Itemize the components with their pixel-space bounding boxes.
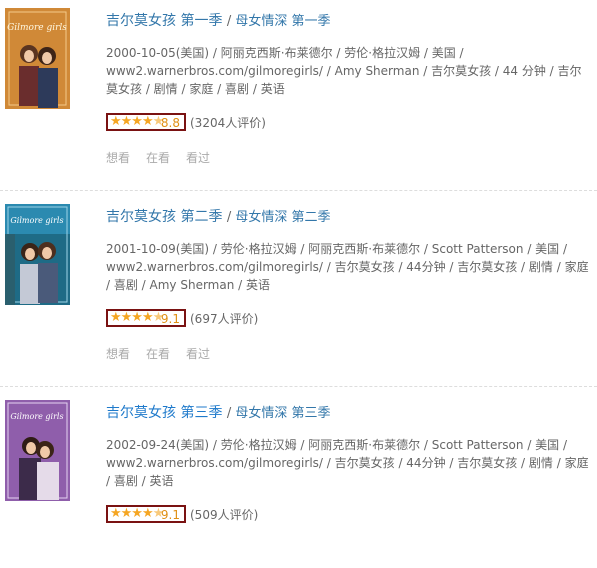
subject-title: 吉尔莫女孩 第三季 / 母女情深 第三季 <box>106 403 331 424</box>
alt-title: 母女情深 第二季 <box>235 210 331 225</box>
subject-meta: 2000-10-05(美国) / 阿丽克西斯·布莱德尔 / 劳伦·格拉汉姆 / … <box>106 46 582 96</box>
title-link[interactable]: 吉尔莫女孩 第三季 <box>106 405 222 421</box>
collect-actions: 想看 在看 看过 <box>106 149 210 166</box>
subject-item: Gilmore girls 吉尔莫女孩 第三季 / 母女情深 第三季 2002-… <box>0 392 597 568</box>
watched-button[interactable]: 看过 <box>186 345 210 362</box>
want-to-watch-button[interactable]: 想看 <box>106 149 130 166</box>
star-rating-icon: ★★★★★ <box>110 114 164 129</box>
poster-image[interactable]: Gilmore girls <box>5 400 70 501</box>
rating: ★★★★★ 8.8 (3204人评价) <box>106 112 266 132</box>
title-link[interactable]: 吉尔莫女孩 第二季 <box>106 209 222 225</box>
subject-title: 吉尔莫女孩 第二季 / 母女情深 第二季 <box>106 207 331 228</box>
subject-meta: 2002-09-24(美国) / 劳伦·格拉汉姆 / 阿丽克西斯·布莱德尔 / … <box>106 438 589 488</box>
divider <box>0 190 597 191</box>
subject-item: Gilmore girls 吉尔莫女孩 第二季 / 母女情深 第二季 2001-… <box>0 196 597 372</box>
rating: ★★★★★ 9.1 (509人评价) <box>106 504 258 524</box>
rating-votes[interactable]: (697人评价) <box>190 310 258 327</box>
watching-button[interactable]: 在看 <box>146 345 170 362</box>
rating-score: 9.1 <box>160 508 180 522</box>
rating: ★★★★★ 9.1 (697人评价) <box>106 308 258 328</box>
poster-image[interactable]: Gilmore girls <box>5 204 70 305</box>
title-link[interactable]: 吉尔莫女孩 第一季 <box>106 13 222 29</box>
rating-score: 9.1 <box>160 312 180 326</box>
want-to-watch-button[interactable]: 想看 <box>106 345 130 362</box>
rating-votes[interactable]: (3204人评价) <box>190 114 266 131</box>
rating-score: 8.8 <box>160 116 180 130</box>
star-rating-icon: ★★★★★ <box>110 310 164 325</box>
alt-title: 母女情深 第一季 <box>235 14 331 29</box>
svg-text:Gilmore girls: Gilmore girls <box>7 23 67 33</box>
rating-box: ★★★★★ 9.1 <box>106 309 186 327</box>
rating-box: ★★★★★ 9.1 <box>106 505 186 523</box>
rating-box: ★★★★★ 8.8 <box>106 113 186 131</box>
watched-button[interactable]: 看过 <box>186 149 210 166</box>
rating-votes[interactable]: (509人评价) <box>190 506 258 523</box>
alt-title: 母女情深 第三季 <box>235 406 331 421</box>
divider <box>0 386 597 387</box>
subject-item: Gilmore girls 吉尔莫女孩 第一季 / 母女情深 第一季 2000-… <box>0 0 597 176</box>
subject-meta: 2001-10-09(美国) / 劳伦·格拉汉姆 / 阿丽克西斯·布莱德尔 / … <box>106 242 589 292</box>
poster-image[interactable]: Gilmore girls <box>5 8 70 109</box>
star-rating-icon: ★★★★★ <box>110 506 164 521</box>
watching-button[interactable]: 在看 <box>146 149 170 166</box>
collect-actions: 想看 在看 看过 <box>106 345 210 362</box>
subject-title: 吉尔莫女孩 第一季 / 母女情深 第一季 <box>106 11 331 32</box>
svg-text:Gilmore girls: Gilmore girls <box>10 216 63 225</box>
svg-text:Gilmore girls: Gilmore girls <box>10 412 63 421</box>
